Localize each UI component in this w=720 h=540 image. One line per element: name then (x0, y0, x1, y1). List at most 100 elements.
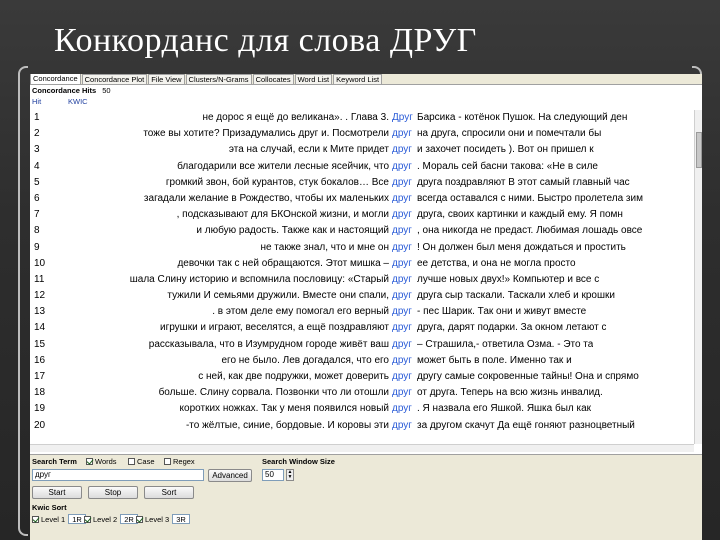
right-context: и захочет посидеть ). Вот он пришел к (417, 144, 594, 156)
concordance-row[interactable]: 2 тоже вы хотите? Призадумались друг и. П… (30, 126, 694, 142)
keyword-hit[interactable]: друг (392, 418, 412, 434)
left-context: больше. Слину сорвала. Позвонки что ли о… (158, 387, 389, 399)
kwic-sort-level-2[interactable]: Level 2 2R (84, 514, 138, 524)
right-context: Барсика - котёнок Пушок. На следующий де… (417, 112, 628, 123)
keyword-hit[interactable]: друг (392, 401, 412, 417)
keyword-hit[interactable]: друг (392, 385, 412, 401)
keyword-hit[interactable]: друг (392, 353, 412, 369)
keyword-hit[interactable]: друг (392, 223, 412, 239)
concordance-row[interactable]: 8 и любую радость. Также как и настоящий д… (30, 223, 694, 239)
level-1-checkbox[interactable] (32, 515, 39, 523)
tab-keyword-list[interactable]: Keyword List (333, 74, 383, 84)
search-term-input[interactable]: друг (32, 469, 204, 481)
level-3-checkbox[interactable] (136, 515, 143, 523)
tab-file-view[interactable]: File View (148, 74, 185, 84)
concordance-row[interactable]: 7 , подсказывают для БКОнской жизни, и мо… (30, 207, 694, 223)
keyword-hit[interactable]: друг (392, 337, 412, 353)
right-context: . Мораль сей басни такова: «Не в силе (417, 160, 598, 172)
hit-number: 8 (34, 225, 40, 237)
left-context: тужили И семьями дружили. Вместе они спа… (167, 290, 389, 302)
keyword-hit[interactable]: друг (392, 142, 412, 158)
hit-number: 20 (34, 419, 46, 431)
concordance-row[interactable]: 12 тужили И семьями дружили. Вместе они с… (30, 288, 694, 304)
tab-concordance-plot[interactable]: Concordance Plot (81, 74, 148, 84)
hit-number: 16 (34, 354, 46, 366)
keyword-hit[interactable]: друг (392, 191, 412, 207)
concordance-row[interactable]: 9 не также знал, что и мне он друг ! Он дол… (30, 240, 694, 256)
search-controls-panel: Search Term Words Case Regex Search Wind… (30, 454, 702, 540)
keyword-hit[interactable]: друг (392, 175, 412, 191)
tab-collocates[interactable]: Collocates (252, 74, 294, 84)
concordance-row[interactable]: 16 его не было. Лев догадался, что его дру… (30, 353, 694, 369)
concordance-row[interactable]: 11 шала Слину историю и вспомнила послови… (30, 272, 694, 288)
level-3-label: Level 3 (145, 514, 170, 524)
concordance-row[interactable]: 20 -то жёлтые, синие, бордовые. И коровы … (30, 418, 694, 434)
case-checkbox[interactable] (128, 458, 135, 465)
level-3-value[interactable]: 3R (172, 514, 190, 524)
concordance-row[interactable]: 5 громкий звон, бой курантов, стук бокало… (30, 175, 694, 191)
right-context: друга, дарят подарки. За окном летают с (417, 322, 607, 334)
concordance-results-list[interactable]: 1 не дорос я ещё до великана». . Глава 3.… (30, 110, 694, 444)
right-context: лучше новых двух!» Компьютер и все с (417, 273, 600, 285)
concordance-row[interactable]: 6 загадали желание в Рождество, чтобы их … (30, 191, 694, 207)
keyword-hit[interactable]: друг (392, 240, 412, 256)
keyword-hit[interactable]: друг (392, 256, 412, 272)
level-2-checkbox[interactable] (84, 515, 91, 523)
right-context: , она никогда не предаст. Любимая лошадь… (417, 225, 643, 237)
case-option[interactable]: Case (128, 457, 155, 466)
words-checkbox[interactable] (86, 458, 93, 465)
results-vertical-scrollbar[interactable] (694, 110, 702, 444)
keyword-hit[interactable]: друг (392, 126, 412, 142)
keyword-hit[interactable]: друг (392, 369, 412, 385)
stop-button[interactable]: Stop (88, 486, 138, 499)
scrollbar-thumb[interactable] (696, 132, 702, 168)
start-button[interactable]: Start (32, 486, 82, 499)
keyword-hit[interactable]: друг (392, 207, 412, 223)
hit-number: 11 (34, 273, 45, 285)
keyword-hit[interactable]: друг (392, 159, 412, 175)
slide-title: Конкорданс для слова ДРУГ (54, 22, 477, 59)
concordance-row[interactable]: 14 игрушки и играют, веселятся, а ещё поз… (30, 320, 694, 336)
advanced-button[interactable]: Advanced (208, 469, 252, 482)
words-option[interactable]: Words (86, 457, 117, 466)
sort-button[interactable]: Sort (144, 486, 194, 499)
concordance-row[interactable]: 1 не дорос я ещё до великана». . Глава 3.… (30, 110, 694, 126)
left-context: . в этом деле ему помогал его верный (212, 306, 389, 318)
regex-checkbox[interactable] (164, 458, 171, 465)
keyword-hit[interactable]: Друг (392, 110, 413, 126)
regex-option[interactable]: Regex (164, 457, 195, 466)
keyword-hit[interactable]: друг (392, 288, 412, 304)
results-column-header: Hit KWIC (32, 97, 88, 107)
results-horizontal-scrollbar[interactable] (30, 444, 694, 452)
hit-number: 18 (34, 387, 46, 399)
concordance-row[interactable]: 18 больше. Слину сорвала. Позвонки что ли… (30, 385, 694, 401)
search-window-size-input[interactable]: 50 (262, 469, 284, 481)
keyword-hit[interactable]: друг (392, 304, 412, 320)
tab-clusters-n-grams[interactable]: Clusters/N-Grams (185, 74, 252, 84)
tab-concordance[interactable]: Concordance (30, 74, 81, 84)
regex-label: Regex (173, 457, 195, 466)
tab-word-list[interactable]: Word List (294, 74, 333, 84)
concordance-row[interactable]: 10 девочки так с ней обращаются. Этот миш… (30, 256, 694, 272)
window-size-spinner[interactable]: ▲ ▼ (286, 469, 294, 481)
keyword-hit[interactable]: друг (392, 320, 412, 336)
left-context: шала Слину историю и вспомнила пословицу… (129, 273, 389, 285)
concordance-row[interactable]: 4 благодарили все жители лесные ясейчик, … (30, 159, 694, 175)
concordance-row[interactable]: 19 коротких ножках. Так у меня появился н… (30, 401, 694, 417)
concordance-row[interactable]: 15 рассказывала, что в Изумрудном городе … (30, 337, 694, 353)
hit-number: 9 (34, 241, 40, 253)
left-context: девочки так с ней обращаются. Этот мишка… (177, 257, 389, 269)
hit-number: 10 (34, 257, 46, 269)
keyword-hit[interactable]: друг (392, 272, 412, 288)
concordance-hits-count: 50 (102, 86, 111, 95)
hit-column-header: Hit (32, 97, 42, 106)
right-context: от друга. Теперь на всю жизнь инвалид. (417, 387, 603, 399)
kwic-sort-level-3[interactable]: Level 3 3R (136, 514, 190, 524)
concordance-row[interactable]: 13 . в этом деле ему помогал его верный др… (30, 304, 694, 320)
kwic-sort-level-1[interactable]: Level 1 1R (32, 514, 86, 524)
concordance-row[interactable]: 3 эта на случай, если к Мите придет друг и … (30, 142, 694, 158)
concordance-row[interactable]: 17 с ней, как две подружки, может доверит… (30, 369, 694, 385)
hit-number: 3 (34, 144, 40, 156)
hit-number: 5 (34, 176, 40, 188)
concordance-hits: Concordance Hits 50 (32, 86, 111, 96)
